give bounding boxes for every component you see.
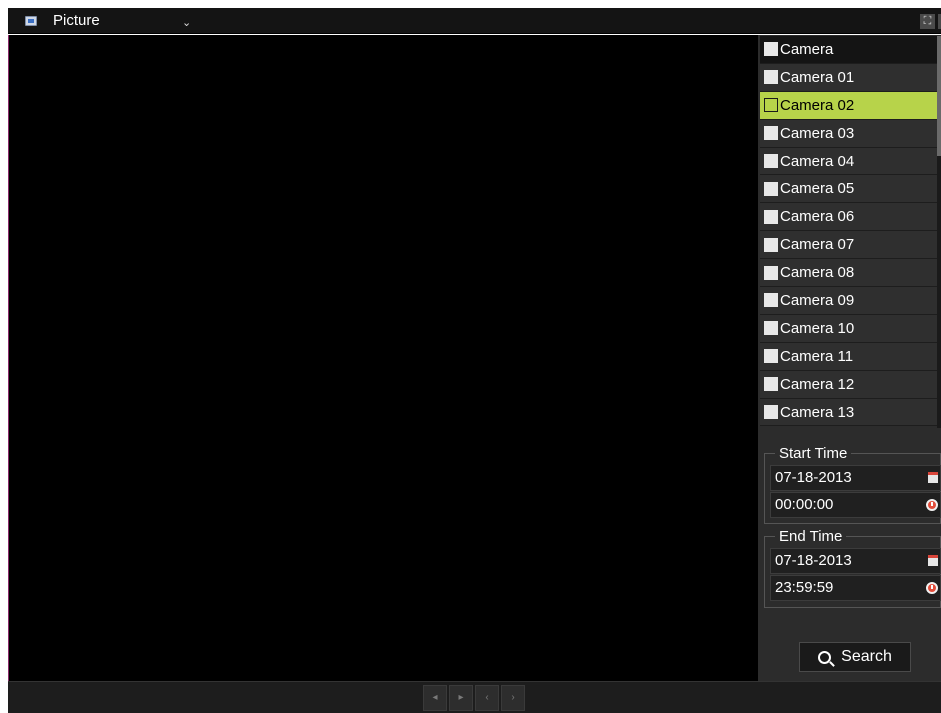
camera-label: Camera 04 — [780, 152, 855, 170]
end-time-value: 23:59:59 — [775, 579, 834, 596]
calendar-icon[interactable] — [928, 555, 938, 566]
camera-checkbox[interactable] — [764, 349, 778, 364]
camera-list-item[interactable]: Camera 03 — [760, 119, 937, 148]
select-all-checkbox[interactable] — [764, 42, 778, 57]
camera-label: Camera 07 — [780, 236, 855, 254]
end-date-value: 07-18-2013 — [775, 552, 852, 569]
camera-list-item[interactable]: Camera 04 — [760, 147, 937, 176]
start-time-legend: Start Time — [775, 445, 852, 462]
camera-label: Camera 05 — [780, 180, 855, 198]
start-time-group: Start Time 07-18-2013 00:00:00 — [764, 445, 941, 524]
camera-label: Camera 01 — [780, 68, 855, 86]
camera-list-item[interactable]: Camera 05 — [760, 175, 937, 204]
camera-checkbox[interactable] — [764, 154, 778, 168]
camera-checkbox[interactable] — [764, 126, 778, 141]
prev-button[interactable]: ‹ — [475, 685, 499, 711]
chevron-down-icon[interactable]: ⌄ — [182, 16, 191, 29]
window-title: Picture — [53, 12, 100, 29]
camera-label: Camera 10 — [780, 319, 855, 337]
start-time-field[interactable]: 00:00:00 — [770, 492, 941, 518]
end-time-group: End Time 07-18-2013 23:59:59 — [764, 528, 941, 608]
camera-list-item[interactable]: Camera 02 — [760, 91, 937, 120]
video-display-area[interactable] — [8, 35, 758, 681]
camera-label: Camera 06 — [780, 208, 855, 226]
end-time-legend: End Time — [775, 528, 847, 545]
camera-checkbox[interactable] — [764, 293, 778, 308]
search-button-label: Search — [841, 648, 892, 665]
next-page-button[interactable]: ▸ — [449, 685, 473, 711]
camera-label: Camera 11 — [780, 347, 854, 365]
title-bar: Picture ⌄ ⛶ × — [8, 8, 941, 34]
fullscreen-icon[interactable]: ⛶ — [920, 14, 935, 29]
end-time-field[interactable]: 23:59:59 — [770, 575, 941, 601]
start-time-value: 00:00:00 — [775, 496, 834, 513]
camera-list-item[interactable]: Camera 11 — [760, 342, 937, 371]
camera-list-item[interactable]: Camera 06 — [760, 203, 937, 232]
right-panel: Camera Camera 01 Camera 02 Camera 03 Camera… — [758, 35, 941, 681]
calendar-icon[interactable] — [928, 472, 938, 483]
bottom-bar: ◂ ▸ ‹ › — [8, 681, 941, 713]
camera-list-item[interactable]: Camera 10 — [760, 314, 937, 343]
camera-checkbox[interactable] — [764, 237, 778, 252]
end-date-field[interactable]: 07-18-2013 — [770, 548, 941, 574]
next-button[interactable]: › — [501, 685, 525, 711]
prev-page-button[interactable]: ◂ — [423, 685, 447, 711]
camera-header-label: Camera — [780, 40, 834, 58]
camera-label: Camera 09 — [780, 291, 855, 309]
search-icon — [818, 650, 832, 664]
camera-checkbox[interactable] — [764, 70, 778, 85]
camera-list-scrollbar[interactable] — [937, 36, 941, 428]
camera-list-item[interactable]: Camera 09 — [760, 287, 937, 315]
camera-checkbox[interactable] — [764, 321, 778, 336]
camera-list-item[interactable]: Camera 01 — [760, 63, 937, 92]
camera-label: Camera 13 — [780, 403, 855, 421]
camera-checkbox[interactable] — [764, 98, 778, 113]
camera-list-item[interactable]: Camera 07 — [760, 231, 937, 260]
camera-list-item[interactable]: Camera 13 — [760, 398, 937, 427]
camera-label: Camera 03 — [780, 124, 855, 142]
clock-icon[interactable] — [926, 582, 938, 594]
camera-checkbox[interactable] — [764, 265, 778, 280]
scrollbar-thumb[interactable] — [937, 36, 941, 156]
camera-list-item[interactable]: Camera 12 — [760, 370, 937, 399]
pager-controls: ◂ ▸ ‹ › — [423, 685, 525, 711]
picture-icon — [25, 16, 37, 26]
camera-list-item[interactable]: Camera 08 — [760, 259, 937, 288]
start-date-field[interactable]: 07-18-2013 — [770, 465, 941, 491]
search-button[interactable]: Search — [799, 642, 911, 672]
camera-label: Camera 02 — [780, 96, 855, 114]
camera-checkbox[interactable] — [764, 209, 778, 224]
camera-list: Camera Camera 01 Camera 02 Camera 03 Camera… — [760, 36, 937, 428]
camera-list-header[interactable]: Camera — [760, 36, 937, 64]
camera-checkbox[interactable] — [764, 405, 778, 420]
clock-icon[interactable] — [926, 499, 938, 511]
camera-checkbox[interactable] — [764, 377, 778, 392]
camera-label: Camera 08 — [780, 264, 855, 282]
camera-label: Camera 12 — [780, 375, 855, 393]
camera-checkbox[interactable] — [764, 181, 778, 196]
start-date-value: 07-18-2013 — [775, 469, 852, 486]
